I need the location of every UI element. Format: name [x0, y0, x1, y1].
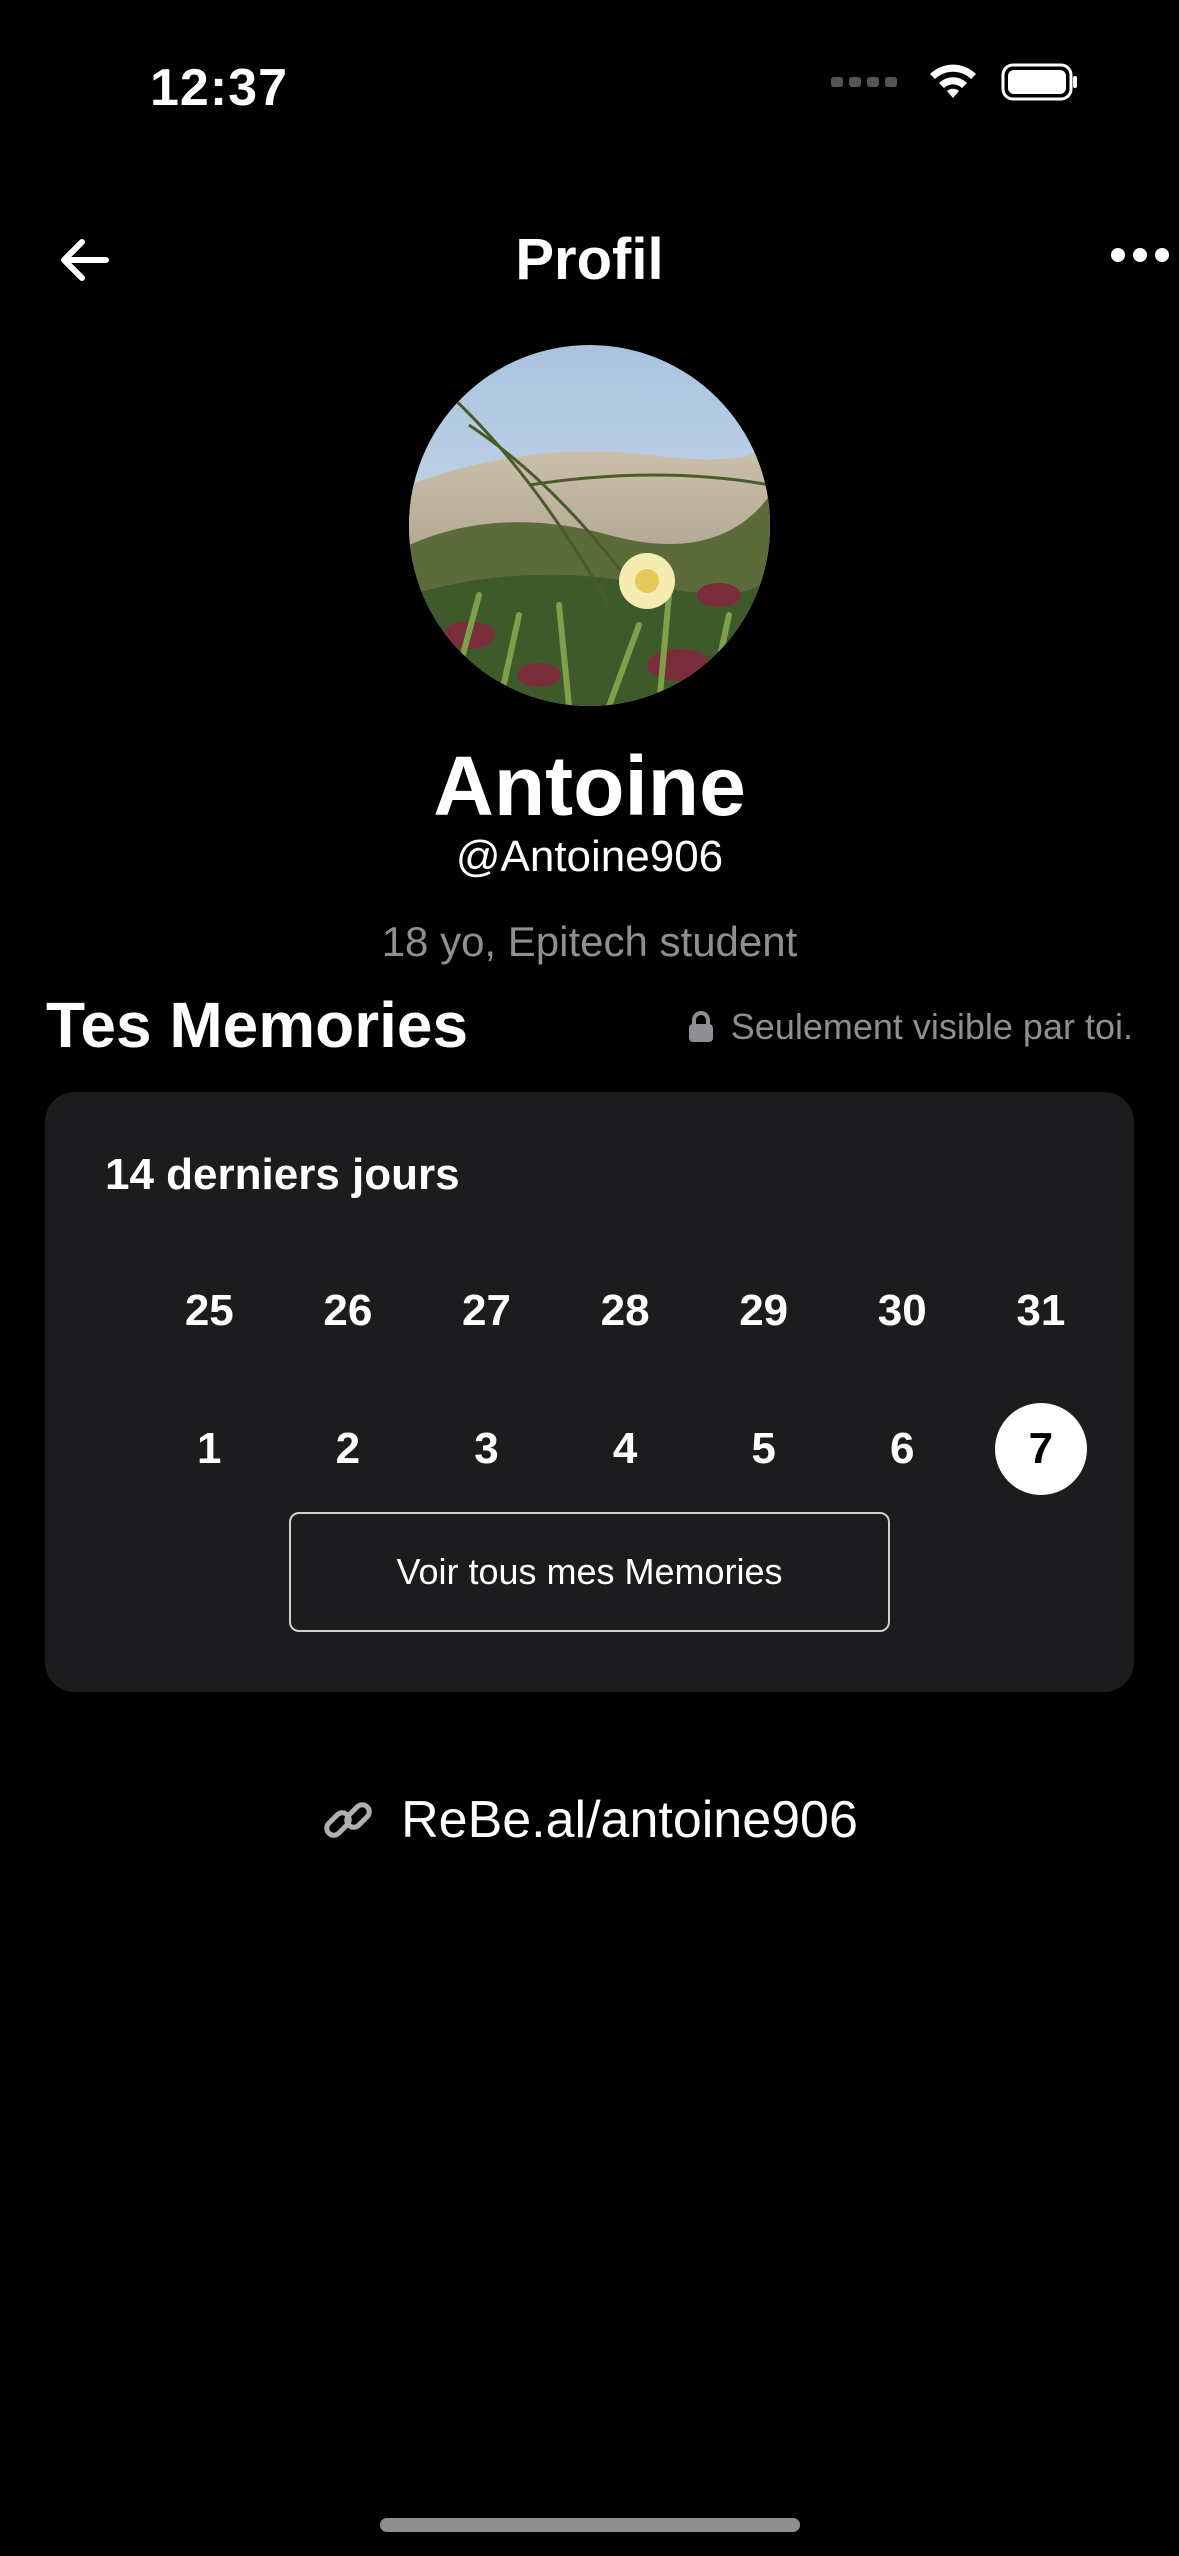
home-indicator: [380, 2518, 800, 2532]
memories-title: Tes Memories: [46, 989, 469, 1061]
wifi-icon: [930, 64, 976, 98]
memories-card: 14 derniers jours 25 26 27 28 29 30 31 1…: [45, 1092, 1134, 1692]
avatar-image: [409, 345, 770, 706]
lock-icon: [688, 1011, 713, 1042]
profile-screen: 12:37 Profil Antoine @Antoine906 18 yo, …: [0, 0, 1179, 2556]
day-cell[interactable]: 25: [140, 1242, 279, 1380]
day-cell[interactable]: 3: [417, 1380, 556, 1518]
profile-link-text: ReBe.al/antoine906: [401, 1791, 858, 1849]
day-cell[interactable]: 5: [694, 1380, 833, 1518]
page-title: Profil: [515, 227, 664, 292]
day-cell[interactable]: 6: [833, 1380, 972, 1518]
day-cell[interactable]: 26: [279, 1242, 418, 1380]
day-cell[interactable]: 28: [556, 1242, 695, 1380]
profile-link[interactable]: ReBe.al/antoine906: [0, 1790, 1179, 1850]
day-cell[interactable]: 31: [972, 1242, 1111, 1380]
memories-card-subtitle: 14 derniers jours: [105, 1150, 460, 1199]
day-cell[interactable]: 30: [833, 1242, 972, 1380]
profile-bio: 18 yo, Epitech student: [381, 918, 798, 965]
avatar[interactable]: [409, 345, 770, 706]
ellipsis-icon[interactable]: [1111, 248, 1169, 262]
day-cell[interactable]: 1: [140, 1380, 279, 1518]
status-icons: [831, 62, 1079, 102]
profile-handle: @Antoine906: [455, 832, 724, 881]
view-all-memories-button[interactable]: Voir tous mes Memories: [289, 1512, 890, 1632]
profile-name: Antoine: [433, 739, 746, 833]
day-cell-selected[interactable]: 7: [972, 1380, 1111, 1518]
battery-icon: [1001, 63, 1077, 101]
day-cell[interactable]: 27: [417, 1242, 556, 1380]
cellular-signal-icon: [831, 77, 897, 87]
day-cell[interactable]: 29: [694, 1242, 833, 1380]
day-cell[interactable]: 4: [556, 1380, 695, 1518]
status-time: 12:37: [150, 59, 288, 117]
memories-day-grid: 25 26 27 28 29 30 31 1 2 3 4 5 6 7: [140, 1242, 1100, 1518]
privacy-note: Seulement visible par toi.: [687, 1006, 1133, 1048]
day-cell[interactable]: 2: [279, 1380, 418, 1518]
privacy-text: Seulement visible par toi.: [730, 1006, 1133, 1047]
link-icon: [324, 1802, 372, 1838]
